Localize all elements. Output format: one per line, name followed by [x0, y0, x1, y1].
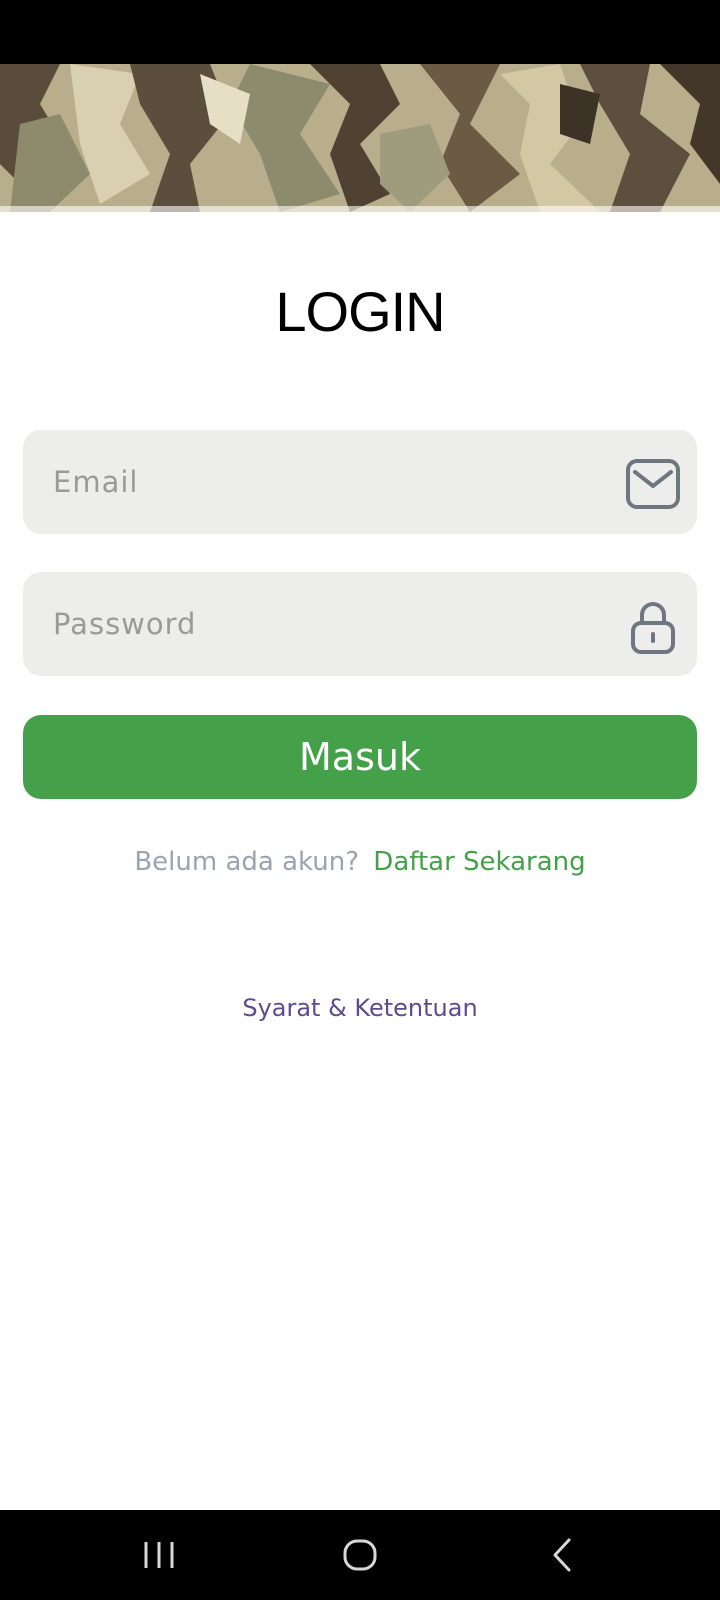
- signup-link[interactable]: Daftar Sekarang: [373, 847, 585, 877]
- status-bar: [0, 0, 720, 64]
- email-input[interactable]: [53, 430, 613, 534]
- terms-link[interactable]: Syarat & Ketentuan: [0, 988, 720, 1028]
- password-field[interactable]: [23, 572, 697, 676]
- back-icon[interactable]: [531, 1530, 591, 1580]
- navigation-bar: [0, 1510, 720, 1600]
- login-title: LOGIN: [275, 280, 445, 343]
- login-button[interactable]: Masuk: [23, 715, 697, 799]
- recent-apps-icon[interactable]: [129, 1530, 189, 1580]
- camouflage-header-image: [0, 64, 720, 212]
- envelope-icon: [626, 459, 680, 509]
- password-input[interactable]: [53, 572, 613, 676]
- signup-prompt: Belum ada akun?: [134, 847, 360, 877]
- home-icon[interactable]: [330, 1530, 390, 1580]
- email-field[interactable]: [23, 430, 697, 534]
- signup-row: Belum ada akun? Daftar Sekarang: [0, 842, 720, 882]
- login-screen: LOGIN Masuk Belum ada akun? Daftar Sekar…: [0, 0, 720, 1600]
- lock-icon: [631, 602, 675, 654]
